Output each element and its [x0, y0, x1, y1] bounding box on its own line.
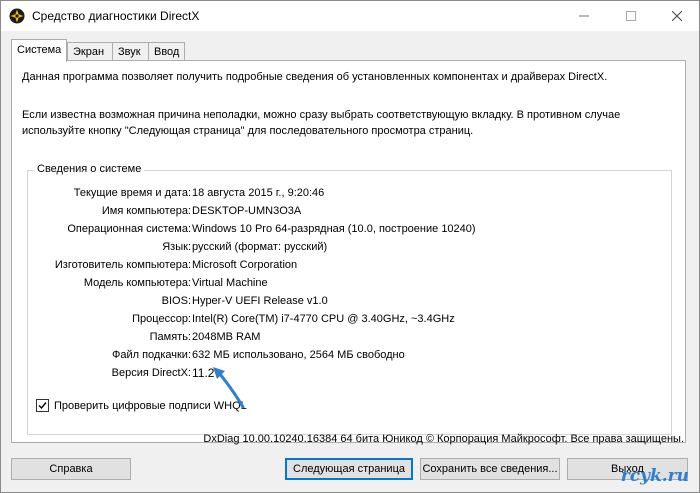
whql-checkbox[interactable] [36, 399, 49, 412]
title-bar: Средство диагностики DirectX [1, 1, 699, 31]
info-value: 18 августа 2015 г., 9:20:46 [192, 187, 325, 199]
help-button[interactable]: Справка [11, 458, 131, 480]
info-row-processor: Процессор: Intel(R) Core(TM) i7-4770 CPU… [28, 311, 673, 327]
tab-display-label: Экран [73, 46, 105, 58]
info-row-language: Язык: русский (формат: русский) [28, 239, 673, 255]
window-title: Средство диагностики DirectX [32, 9, 200, 23]
save-all-button-label: Сохранить все сведения... [422, 463, 558, 475]
info-label: Память: [149, 331, 191, 343]
info-row-bios: BIOS: Hyper-V UEFI Release v1.0 [28, 293, 673, 309]
save-all-button[interactable]: Сохранить все сведения... [420, 458, 560, 480]
minimize-button[interactable] [561, 1, 607, 31]
intro-text: Данная программа позволяет получить подр… [22, 71, 608, 83]
info-row-directx-version: Версия DirectX: 11.2 [28, 365, 673, 381]
info-label: Процессор: [132, 313, 191, 325]
next-page-button[interactable]: Следующая страница [285, 458, 413, 480]
info-row-manufacturer: Изготовитель компьютера: Microsoft Corpo… [28, 257, 673, 273]
dxdiag-window: Средство диагностики DirectX Система Экр… [0, 0, 700, 493]
info-row-memory: Память: 2048MB RAM [28, 329, 673, 345]
annotation-arrow-icon [213, 367, 245, 409]
close-button[interactable] [654, 1, 700, 31]
info-label: Модель компьютера: [83, 277, 191, 289]
info-label: Язык: [162, 241, 191, 253]
info-label: Операционная система: [67, 223, 191, 235]
info-row-computer-name: Имя компьютера: DESKTOP-UMN3O3A [28, 203, 673, 219]
info-label: Имя компьютера: [101, 205, 191, 217]
info-value: Windows 10 Pro 64-разрядная (10.0, постр… [192, 223, 476, 235]
exit-button[interactable]: Выход [567, 458, 688, 480]
info-value: Virtual Machine [192, 277, 268, 289]
info-value: русский (формат: русский) [192, 241, 328, 253]
help-button-label: Справка [49, 463, 93, 475]
info-row-model: Модель компьютера: Virtual Machine [28, 275, 673, 291]
directx-icon [9, 8, 25, 24]
tab-sound[interactable]: Звук [112, 42, 149, 60]
tab-system[interactable]: Система [11, 39, 67, 62]
info-label: BIOS: [161, 295, 191, 307]
maximize-icon [626, 11, 636, 21]
maximize-button[interactable] [608, 1, 654, 31]
tab-display[interactable]: Экран [67, 42, 113, 60]
system-info-group: Сведения о системе Текущие время и дата:… [27, 163, 673, 435]
system-info-title: Сведения о системе [34, 163, 145, 175]
system-tab-panel: Данная программа позволяет получить подр… [11, 60, 686, 443]
next-page-button-label: Следующая страница [293, 463, 405, 475]
checkmark-icon [38, 402, 47, 410]
dxdiag-version-text: DxDiag 10.00.10240.16384 64 бита Юникод … [203, 433, 684, 445]
info-value: Hyper-V UEFI Release v1.0 [192, 295, 328, 307]
info-row-pagefile: Файл подкачки: 632 МБ использовано, 2564… [28, 347, 673, 363]
tab-system-label: Система [17, 44, 62, 56]
info-row-os: Операционная система: Windows 10 Pro 64-… [28, 221, 673, 237]
info-value: Microsoft Corporation [192, 259, 298, 271]
info-value: Intel(R) Core(TM) i7-4770 CPU @ 3.40GHz,… [192, 313, 455, 325]
exit-button-label: Выход [611, 463, 644, 475]
info-value: 2048MB RAM [192, 331, 261, 343]
info-label: Текущие время и дата: [73, 187, 191, 199]
minimize-icon [579, 15, 589, 17]
info-value: DESKTOP-UMN3O3A [192, 205, 302, 217]
info-label: Изготовитель компьютера: [54, 259, 191, 271]
info-label: Версия DirectX: [111, 367, 191, 379]
info-row-datetime: Текущие время и дата: 18 августа 2015 г.… [28, 185, 673, 201]
info-value: 632 МБ использовано, 2564 МБ свободно [192, 349, 405, 361]
tab-input-label: Ввод [154, 46, 180, 58]
tab-sound-label: Звук [118, 46, 141, 58]
info-label: Файл подкачки: [111, 349, 191, 361]
tab-input[interactable]: Ввод [148, 42, 185, 60]
close-icon [672, 11, 682, 21]
intro-hint-text: Если известна возможная причина неполадк… [22, 109, 621, 137]
